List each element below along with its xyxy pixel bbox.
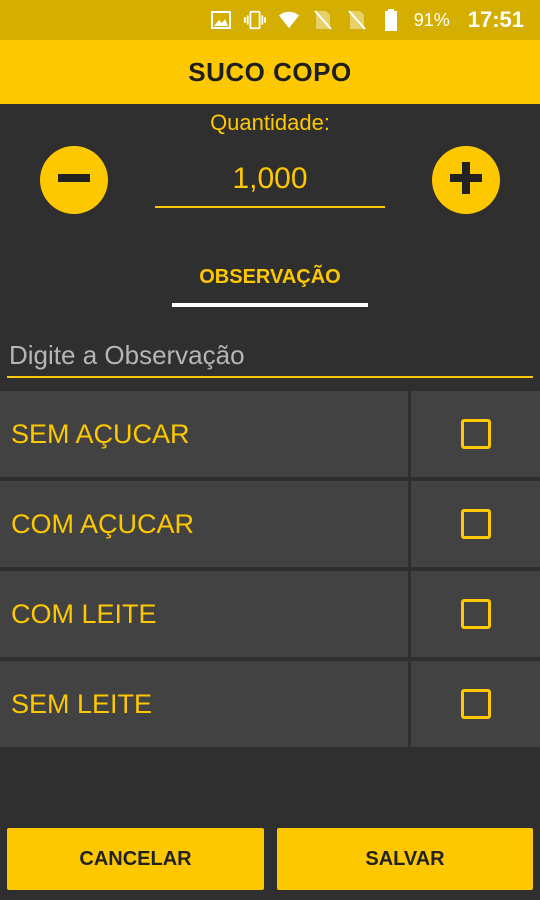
option-label[interactable]: SEM LEITE [0, 661, 408, 747]
option-checkbox-cell[interactable] [411, 481, 540, 567]
option-row-com-leite[interactable]: COM LEITE [0, 571, 540, 657]
option-row-sem-acucar[interactable]: SEM AÇUCAR [0, 391, 540, 477]
battery-percent: 91% [413, 9, 450, 30]
option-checkbox-cell[interactable] [411, 661, 540, 747]
option-row-com-acucar[interactable]: COM AÇUCAR [0, 481, 540, 567]
vibrate-icon [243, 9, 266, 31]
option-label[interactable]: SEM AÇUCAR [0, 391, 408, 477]
wifi-icon [278, 9, 300, 31]
observation-input[interactable] [7, 334, 533, 378]
quantity-label: Quantidade: [210, 110, 330, 135]
battery-icon [380, 9, 402, 31]
title-bar: SUCO COPO [0, 40, 540, 104]
option-label[interactable]: COM LEITE [0, 571, 408, 657]
image-icon [210, 9, 232, 31]
page-title: SUCO COPO [188, 56, 352, 87]
tab-observation[interactable]: OBSERVAÇÃO [172, 260, 368, 307]
increment-button[interactable] [432, 146, 500, 214]
no-sim-icon [312, 9, 334, 31]
option-checkbox[interactable] [460, 689, 491, 719]
save-button[interactable]: SALVAR [277, 828, 533, 890]
option-checkbox[interactable] [460, 599, 491, 629]
status-bar: 91% 17:51 [0, 0, 540, 40]
cancel-button[interactable]: CANCELAR [7, 828, 264, 890]
option-checkbox[interactable] [460, 509, 491, 539]
option-row-sem-leite[interactable]: SEM LEITE [0, 661, 540, 747]
plus-icon [446, 158, 486, 203]
decrement-button[interactable] [40, 146, 108, 214]
option-label[interactable]: COM AÇUCAR [0, 481, 408, 567]
clock: 17:51 [467, 7, 524, 32]
option-checkbox[interactable] [460, 419, 491, 449]
no-sim-icon [346, 9, 368, 31]
quantity-field[interactable]: 1,000 [155, 158, 385, 208]
option-checkbox-cell[interactable] [411, 391, 540, 477]
minus-icon [54, 158, 94, 203]
option-checkbox-cell[interactable] [411, 571, 540, 657]
